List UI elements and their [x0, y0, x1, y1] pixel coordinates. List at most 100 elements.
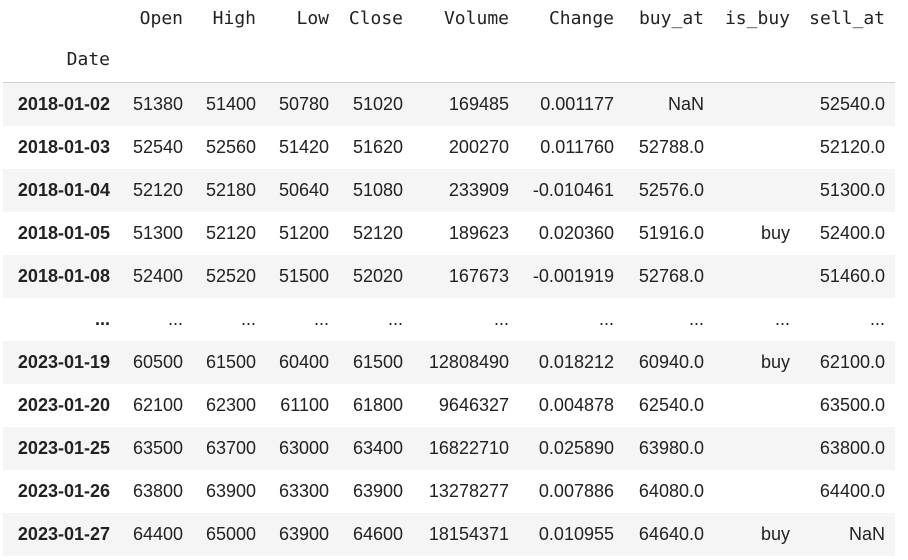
table-cell: ...: [240, 309, 256, 329]
table-cell: 52520: [205, 266, 256, 286]
table-cell: 9646327: [438, 395, 509, 415]
table-cell: ...: [167, 309, 183, 329]
table-cell: 60940.0: [638, 352, 704, 372]
table-cell: 52180: [205, 180, 256, 200]
row-index: 2018-01-05: [17, 223, 110, 243]
table-cell: 52768.0: [638, 266, 704, 286]
table-cell: 0.001177: [540, 94, 614, 114]
table-cell: ...: [688, 309, 704, 329]
table-cell: 52120: [132, 180, 183, 200]
table-cell: 52020: [352, 266, 403, 286]
table-cell: 61500: [352, 352, 403, 372]
table-cell: ...: [387, 309, 403, 329]
row-index: 2018-01-02: [17, 94, 110, 114]
table-cell: 63980.0: [638, 438, 704, 458]
table-cell: 16822710: [428, 438, 509, 458]
row-index: 2023-01-20: [17, 395, 110, 415]
table-cell: 52120: [352, 223, 403, 243]
table-cell: 51300: [132, 223, 183, 243]
table-cell: 64640.0: [638, 524, 704, 544]
table-body: 2018-01-02 51380 51400 50780 51020 16948…: [3, 82, 895, 556]
table-cell: 52400: [132, 266, 183, 286]
table-cell: 12808490: [428, 352, 509, 372]
table-cell: 50780: [278, 94, 329, 114]
table-cell: 51620: [352, 137, 403, 157]
table-cell: 51080: [352, 180, 403, 200]
table-row: 2023-01-26 63800 63900 63300 63900 13278…: [3, 470, 895, 513]
column-header-high: High: [212, 7, 256, 29]
table-cell: [714, 126, 800, 169]
table-cell: 52120: [205, 223, 256, 243]
table-cell: [714, 169, 800, 212]
column-header-open: Open: [139, 7, 183, 29]
table-cell: 61500: [205, 352, 256, 372]
table-row: 2023-01-27 64400 65000 63900 64600 18154…: [3, 513, 895, 556]
table-cell: 51916.0: [638, 223, 704, 243]
table-cell: 64080.0: [638, 481, 704, 501]
table-cell: 63400: [352, 438, 403, 458]
table-cell: 167673: [448, 266, 509, 286]
table-row: 2018-01-02 51380 51400 50780 51020 16948…: [3, 82, 895, 127]
table-cell: 51020: [352, 94, 403, 114]
table-cell: 63800: [132, 481, 183, 501]
table-cell: 62100: [132, 395, 183, 415]
table-row: 2018-01-08 52400 52520 51500 52020 16767…: [3, 255, 895, 298]
index-name: Date: [3, 36, 120, 83]
table-cell: 62300: [205, 395, 256, 415]
table-row: 2018-01-04 52120 52180 50640 51080 23390…: [3, 169, 895, 212]
column-header-is-buy: is_buy: [724, 7, 790, 29]
table-cell: 63300: [278, 481, 329, 501]
column-header-volume: Volume: [443, 7, 509, 29]
table-row: 2023-01-19 60500 61500 60400 61500 12808…: [3, 341, 895, 384]
table-cell: 0.011760: [540, 137, 614, 157]
table-cell: 0.020360: [538, 223, 614, 243]
table-cell: [714, 83, 800, 127]
table-cell: ...: [774, 309, 790, 329]
table-cell: 13278277: [428, 481, 509, 501]
table-cell: 65000: [205, 524, 256, 544]
table-cell: 62100.0: [819, 352, 885, 372]
table-cell: 63900: [278, 524, 329, 544]
table-cell: 64400: [132, 524, 183, 544]
table-cell: 51460.0: [819, 266, 885, 286]
table-cell: NaN: [667, 94, 704, 114]
table-cell: 61800: [352, 395, 403, 415]
column-header-row: Open High Low Close Volume Change buy_at…: [3, 0, 895, 36]
column-header-close: Close: [348, 7, 403, 29]
table-cell: 52576.0: [638, 180, 704, 200]
table-cell: ...: [493, 309, 509, 329]
column-header-buy-at: buy_at: [638, 7, 704, 29]
table-cell: 51200: [278, 223, 329, 243]
table-cell: 61100: [280, 395, 329, 415]
table-cell: buy: [760, 352, 790, 372]
table-cell: 51380: [132, 94, 183, 114]
index-name-row: Date: [3, 36, 895, 83]
table-cell: 64400.0: [819, 481, 885, 501]
table-cell: 62540.0: [638, 395, 704, 415]
table-cell: buy: [760, 524, 790, 544]
table-row: 2018-01-05 51300 52120 51200 52120 18962…: [3, 212, 895, 255]
table-cell: 169485: [448, 94, 509, 114]
table-cell: 51420: [278, 137, 329, 157]
table-row: 2018-01-03 52540 52560 51420 51620 20027…: [3, 126, 895, 169]
table-cell: 52120.0: [819, 137, 885, 157]
table-cell: 52788.0: [638, 137, 704, 157]
table-cell: 18154371: [428, 524, 509, 544]
row-index: 2023-01-26: [17, 481, 110, 501]
table-cell: 51400: [205, 94, 256, 114]
table-cell: -0.010461: [532, 180, 614, 200]
dataframe-table: Open High Low Close Volume Change buy_at…: [3, 0, 895, 556]
table-cell: [714, 427, 800, 470]
column-header-change: Change: [548, 7, 614, 29]
table-cell: 52540: [132, 137, 183, 157]
table-cell: 0.004878: [538, 395, 614, 415]
table-cell: 60500: [132, 352, 183, 372]
table-cell: ...: [313, 309, 329, 329]
table-cell: 233909: [448, 180, 509, 200]
row-index: 2023-01-25: [17, 438, 110, 458]
table-cell: 63000: [278, 438, 329, 458]
table-cell: 52540.0: [819, 94, 885, 114]
table-cell: [714, 470, 800, 513]
table-cell: 50640: [278, 180, 329, 200]
table-cell: 51500: [278, 266, 329, 286]
